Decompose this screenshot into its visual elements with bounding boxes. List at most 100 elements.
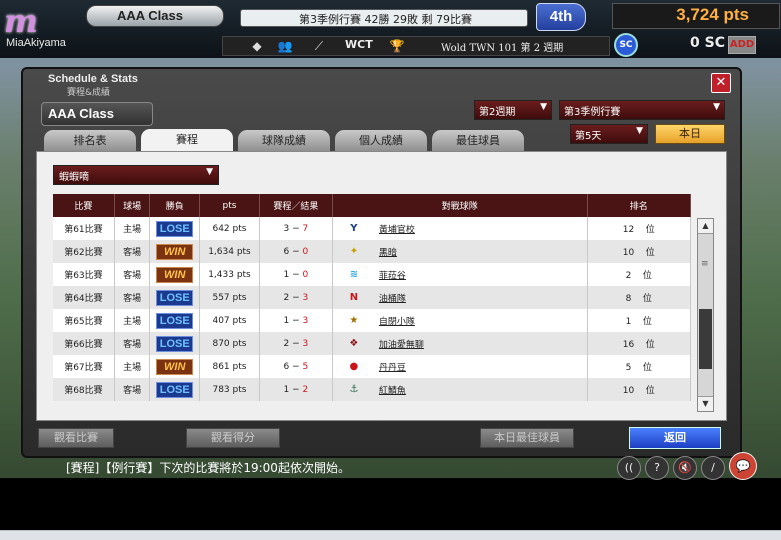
slash-icon[interactable]: / [701, 456, 725, 480]
opponent-link[interactable]: 丹丹豆 [379, 363, 406, 373]
team-logo-icon: ● [349, 360, 359, 372]
add-sc-button[interactable]: ADD [728, 36, 756, 54]
rewind-icon[interactable]: (( [617, 456, 641, 480]
opponent-cell: ● 丹丹豆 [332, 355, 588, 378]
table-row: 第68比賽 客場 LOSE 783 pts 1 − 2 ⚓ 紅鯖魚 10 位 [53, 378, 691, 401]
period-select[interactable]: 第2週期 ▼ [474, 100, 552, 120]
game-cell: 第61比賽 [53, 217, 115, 240]
today-button[interactable]: 本日 [655, 124, 725, 144]
season-select[interactable]: 第3季例行賽 ▼ [559, 100, 725, 120]
result-cell: LOSE [149, 286, 201, 309]
close-button[interactable]: ✕ [711, 73, 731, 93]
schedule-panel: 蝦蝦嘀 ▼ 比賽 球場 勝負 pts 賽程／結果 對戰球隊 排名 第61比賽 主場 L… [36, 151, 727, 421]
rank-cell: 10 位 [587, 240, 691, 263]
pts-cell: 783 pts [199, 378, 260, 401]
pts-cell: 1,634 pts [199, 240, 260, 263]
col-pts: pts [199, 194, 260, 217]
team-icon[interactable]: 👥 [275, 38, 295, 54]
window-title: Schedule & Stats [48, 73, 138, 85]
rank-suffix: 位 [642, 317, 652, 327]
today-mvp-button[interactable]: 本日最佳球員 [480, 428, 574, 448]
help-icon[interactable]: ? [645, 456, 669, 480]
venue-cell: 主場 [114, 309, 151, 332]
back-button[interactable]: 返回 [629, 427, 721, 449]
game-cell: 第62比賽 [53, 240, 115, 263]
rank-badge: 4th [536, 3, 586, 31]
result-cell: LOSE [149, 309, 201, 332]
table-row: 第61比賽 主場 LOSE 642 pts 3 − 7 Y 黃埔官校 12 位 [53, 217, 691, 240]
scroll-up-icon[interactable]: ▲ [698, 219, 713, 234]
result-cell: WIN [149, 263, 201, 286]
score-cell: 6 − 5 [259, 355, 333, 378]
table-row: 第64比賽 客場 LOSE 557 pts 2 − 3 N 油桶隊 8 位 [53, 286, 691, 309]
col-result: 勝負 [149, 194, 201, 217]
team-filter-select[interactable]: 蝦蝦嘀 ▼ [53, 165, 219, 185]
tab-standings[interactable]: 排名表 [43, 129, 137, 152]
result-cell: LOSE [149, 378, 201, 401]
score-left: 1 [283, 384, 290, 395]
team-logo-icon: ≋ [349, 268, 359, 280]
rank-suffix: 位 [645, 386, 655, 396]
tab-best-player[interactable]: 最佳球員 [431, 129, 525, 152]
ticker-text: [賽程]【例行賽】下次的比賽將於19:00起依次開始。 [66, 461, 350, 475]
window-subtitle: 賽程&成績 [67, 88, 111, 98]
tab-player-stats[interactable]: 個人成績 [334, 129, 428, 152]
tab-team-stats[interactable]: 球隊成績 [237, 129, 331, 152]
tab-schedule[interactable]: 賽程 [140, 128, 234, 153]
day-select-value: 第5天 [575, 131, 602, 142]
schedule-table: 比賽 球場 勝負 pts 賽程／結果 對戰球隊 排名 第61比賽 主場 LOSE 64… [53, 194, 691, 401]
rank-suffix: 位 [645, 225, 655, 235]
game-cell: 第68比賽 [53, 378, 115, 401]
score-cell: 1 − 2 [259, 378, 333, 401]
pts-cell: 870 pts [199, 332, 260, 355]
opponent-link[interactable]: 油桶隊 [379, 294, 406, 304]
rank-cell: 12 位 [587, 217, 691, 240]
result-cell: WIN [149, 240, 201, 263]
team-logo-icon: Y [350, 222, 358, 234]
pts-cell: 407 pts [199, 309, 260, 332]
opponent-link[interactable]: 菲菈谷 [379, 271, 406, 281]
view-score-button[interactable]: 觀看得分 [186, 428, 280, 448]
team-logo-icon: ✦ [349, 245, 359, 257]
opponent-link[interactable]: 自閉小隊 [379, 317, 415, 327]
chevron-down-icon: ▼ [540, 102, 547, 112]
trophy-icon[interactable]: 🏆 [387, 38, 407, 54]
team-logo-icon: ❖ [349, 337, 359, 349]
class-header: AAA Class [41, 102, 153, 126]
chat-icon[interactable]: 💬 [729, 452, 757, 480]
score-cell: 2 − 3 [259, 286, 333, 309]
opponent-link[interactable]: 黃埔官校 [379, 225, 415, 235]
scroll-thumb[interactable] [699, 309, 712, 369]
result-badge: WIN [156, 243, 194, 260]
wct-button[interactable]: WCT [345, 38, 373, 51]
class-header-label: AAA Class [48, 106, 114, 121]
venue-cell: 客場 [114, 332, 151, 355]
table-scrollbar[interactable]: ▲ ≡ ▼ [697, 218, 714, 412]
view-game-button[interactable]: 觀看比賽 [38, 428, 114, 448]
col-score: 賽程／結果 [259, 194, 333, 217]
result-badge: WIN [156, 266, 194, 283]
score-right: 2 [302, 384, 309, 395]
opponent-cell: ✦ 黑暗 [332, 240, 588, 263]
points-value: 3,724 pts [676, 5, 749, 24]
chevron-down-icon: ▼ [713, 102, 720, 112]
scroll-grip-icon: ≡ [701, 259, 709, 269]
mute-icon[interactable]: 🔇 [673, 456, 697, 480]
venue-cell: 客場 [114, 286, 151, 309]
season-record-text: 第3季例行賽 42勝 29敗 剩 79比賽 [299, 13, 472, 26]
schedule-window: Schedule & Stats 賽程&成績 ✕ AAA Class 第2週期 ▼… [21, 67, 742, 458]
day-select[interactable]: 第5天 ▼ [570, 124, 648, 144]
score-right: 7 [302, 223, 309, 234]
scroll-down-icon[interactable]: ▼ [698, 396, 713, 411]
opponent-link[interactable]: 紅鯖魚 [379, 386, 406, 396]
opponent-link[interactable]: 黑暗 [379, 248, 397, 258]
game-cell: 第64比賽 [53, 286, 115, 309]
venue-cell: 客場 [114, 378, 151, 401]
opponent-link[interactable]: 加油愛無聊 [379, 340, 424, 350]
rank-value: 16 [622, 340, 635, 350]
bat-icon[interactable]: ⟋ [309, 38, 329, 54]
result-badge: WIN [156, 358, 194, 375]
result-badge: LOSE [156, 335, 194, 352]
rank-cell: 16 位 [587, 332, 691, 355]
card-icon[interactable]: ◆ [247, 38, 267, 54]
